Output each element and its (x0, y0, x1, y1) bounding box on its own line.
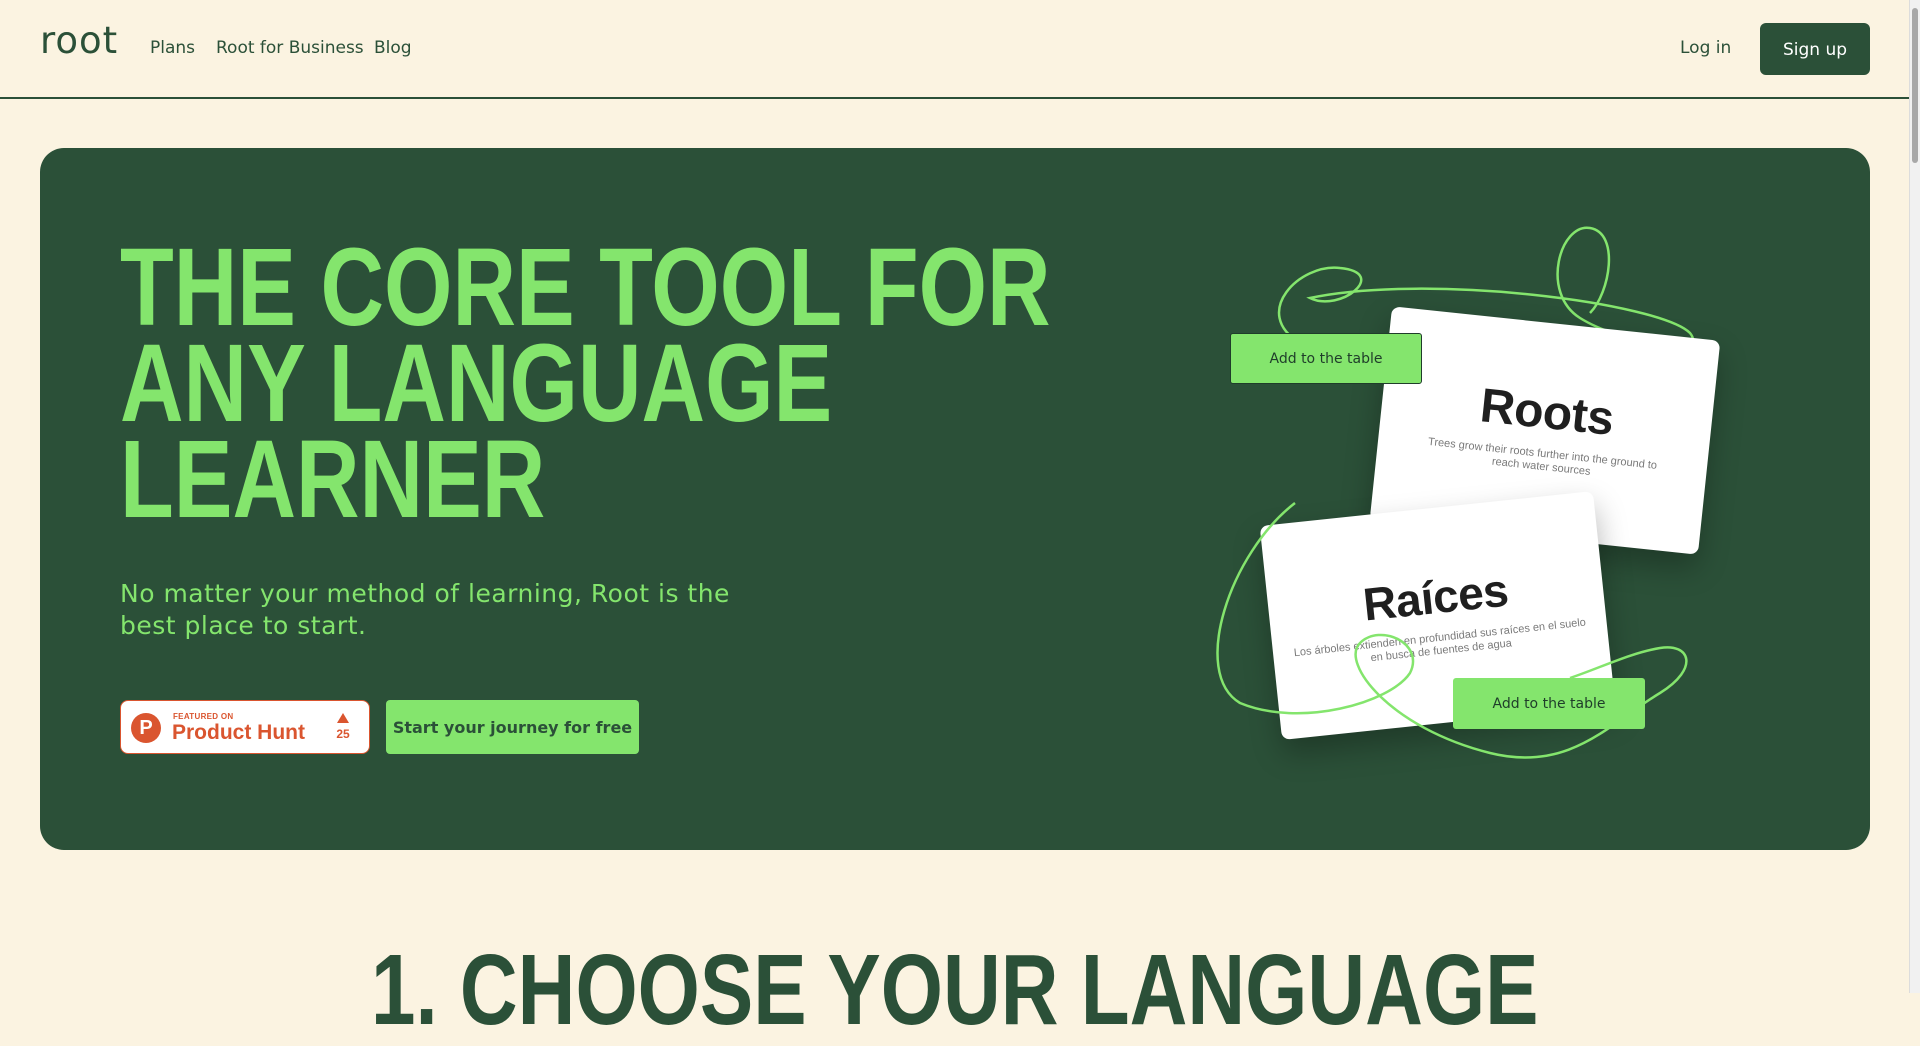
signup-button[interactable]: Sign up (1760, 23, 1870, 75)
product-hunt-featured-label: FEATURED ON (173, 712, 234, 721)
product-hunt-upvote-count: 25 (336, 727, 350, 741)
choose-language-heading-text: 1. CHOOSE YOUR LANGUAGE (370, 934, 1539, 1046)
start-journey-button[interactable]: Start your journey for free (386, 700, 639, 754)
hero-section: THE CORE TOOL FOR ANY LANGUAGE LEARNER N… (40, 148, 1870, 850)
nav-blog-link[interactable]: Blog (374, 38, 412, 58)
product-hunt-badge[interactable]: P FEATURED ON Product Hunt 25 (120, 700, 370, 754)
add-to-table-button[interactable]: Add to the table (1453, 678, 1645, 729)
root-logo[interactable]: root (40, 22, 118, 59)
scrollbar-thumb[interactable] (1912, 8, 1918, 163)
hero-title: THE CORE TOOL FOR ANY LANGUAGE LEARNER (120, 233, 1051, 541)
site-header: root Plans Root for Business Blog Log in… (0, 0, 1909, 99)
nav-root-for-business-link[interactable]: Root for Business (216, 38, 364, 58)
hero-title-line-3: LEARNER (120, 418, 546, 541)
product-hunt-name: Product Hunt (172, 721, 305, 744)
page-scrollbar[interactable] (1909, 0, 1920, 993)
choose-language-heading: 1. CHOOSE YOUR LANGUAGE (0, 940, 1909, 1040)
flashcard-illustration: Roots Trees grow their roots further int… (1190, 223, 1790, 783)
add-to-table-button[interactable]: Add to the table (1230, 333, 1422, 384)
upvote-triangle-icon (337, 713, 349, 723)
hero-subtitle: No matter your method of learning, Root … (120, 579, 730, 640)
login-link[interactable]: Log in (1680, 38, 1731, 58)
nav-plans-link[interactable]: Plans (150, 38, 195, 58)
product-hunt-icon: P (131, 713, 161, 743)
